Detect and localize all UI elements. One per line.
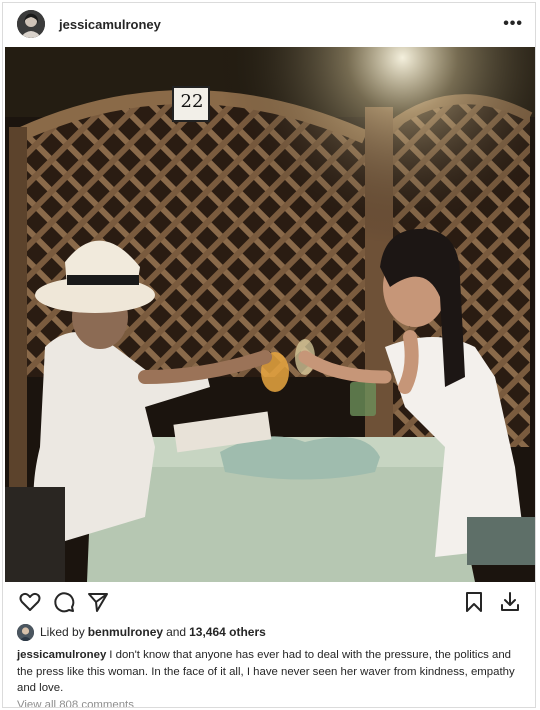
action-bar [17,588,523,616]
download-icon [501,592,519,611]
liker-avatar[interactable] [17,623,34,641]
post-card: jessicamulroney ••• 22 Liked by benmulro… [2,2,536,708]
share-icon [88,593,108,612]
save-button[interactable] [461,589,487,615]
post-caption: jessicamulroney I don't know that anyone … [17,647,521,697]
more-options-icon[interactable]: ••• [503,15,523,33]
like-button[interactable] [17,589,43,615]
heart-icon [19,592,41,611]
liker-username[interactable]: benmulroney [88,625,163,639]
likes-prefix: Liked by [40,625,85,639]
view-comments-link[interactable]: View all 808 comments [17,699,134,707]
post-photo-image [5,47,535,582]
comment-button[interactable] [51,589,77,615]
avatar[interactable] [17,10,45,38]
bookmark-icon [466,592,482,612]
post-header: jessicamulroney ••• [3,3,535,45]
table-number-label: 22 [180,91,204,112]
caption-username[interactable]: jessicamulroney [17,649,106,661]
liker-avatar-image [17,623,34,641]
likes-count[interactable]: 13,464 others [189,625,266,639]
likes-connector: and [166,625,187,639]
post-username[interactable]: jessicamulroney [59,17,161,32]
post-photo[interactable]: 22 [5,47,535,582]
likes-row: Liked by benmulroney and 13,464 others [17,623,523,641]
share-button[interactable] [85,589,111,615]
comment-icon [54,592,75,613]
avatar-image [17,10,45,38]
download-button[interactable] [497,589,523,615]
